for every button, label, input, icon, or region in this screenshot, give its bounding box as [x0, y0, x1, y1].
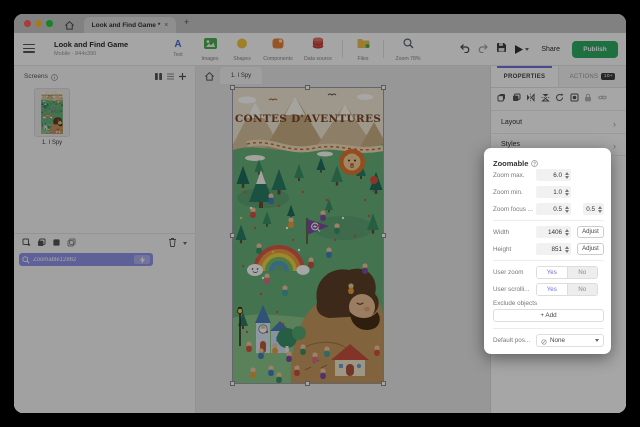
width-input[interactable]: 1406	[536, 226, 571, 238]
user-zoom-label: User zoom	[493, 269, 523, 276]
stepper-icon[interactable]	[598, 206, 602, 214]
dropdown-caret-icon	[595, 339, 599, 342]
user-zoom-yes[interactable]: Yes	[537, 267, 567, 278]
zoom-min-label: Zoom min.	[493, 189, 523, 196]
zoom-focus-y-input[interactable]: 0.5	[583, 203, 604, 215]
exclude-objects-label: Exclude objects	[493, 300, 537, 307]
stepper-icon[interactable]	[565, 229, 569, 237]
user-scroll-label: User scrolli...	[493, 286, 529, 293]
height-label: Height	[493, 246, 511, 253]
stepper-icon[interactable]	[565, 189, 569, 197]
none-icon	[541, 332, 547, 350]
width-label: Width	[493, 229, 509, 236]
user-zoom-no[interactable]: No	[567, 267, 598, 278]
stepper-icon[interactable]	[565, 246, 569, 254]
zoom-min-input[interactable]: 1.0	[536, 186, 571, 198]
stepper-icon[interactable]	[565, 206, 569, 214]
default-position-select[interactable]: None	[536, 334, 604, 347]
height-input[interactable]: 851	[536, 243, 571, 255]
zoomable-panel-title: Zoomable	[493, 159, 528, 168]
zoom-focus-x-input[interactable]: 0.5	[536, 203, 571, 215]
zoom-max-label: Zoom max.	[493, 172, 525, 179]
height-adjust-button[interactable]: Adjust	[577, 243, 604, 255]
app-window: Look and Find Game * × + Look and Find G…	[14, 14, 626, 413]
width-adjust-button[interactable]: Adjust	[577, 226, 604, 238]
stepper-icon[interactable]	[565, 172, 569, 180]
user-scroll-toggle: Yes No	[536, 283, 598, 296]
user-scroll-no[interactable]: No	[567, 284, 598, 295]
zoom-max-input[interactable]: 6.0	[536, 169, 571, 181]
default-position-label: Default pos...	[493, 337, 530, 344]
exclude-add-button[interactable]: + Add	[493, 309, 604, 322]
zoomable-settings-panel: Zoomable Zoom max. 6.0 Zoom min. 1.0 Zoo…	[484, 148, 611, 354]
user-scroll-yes[interactable]: Yes	[537, 284, 567, 295]
user-zoom-toggle: Yes No	[536, 266, 598, 279]
zoom-focus-label: Zoom focus ...	[493, 206, 533, 213]
